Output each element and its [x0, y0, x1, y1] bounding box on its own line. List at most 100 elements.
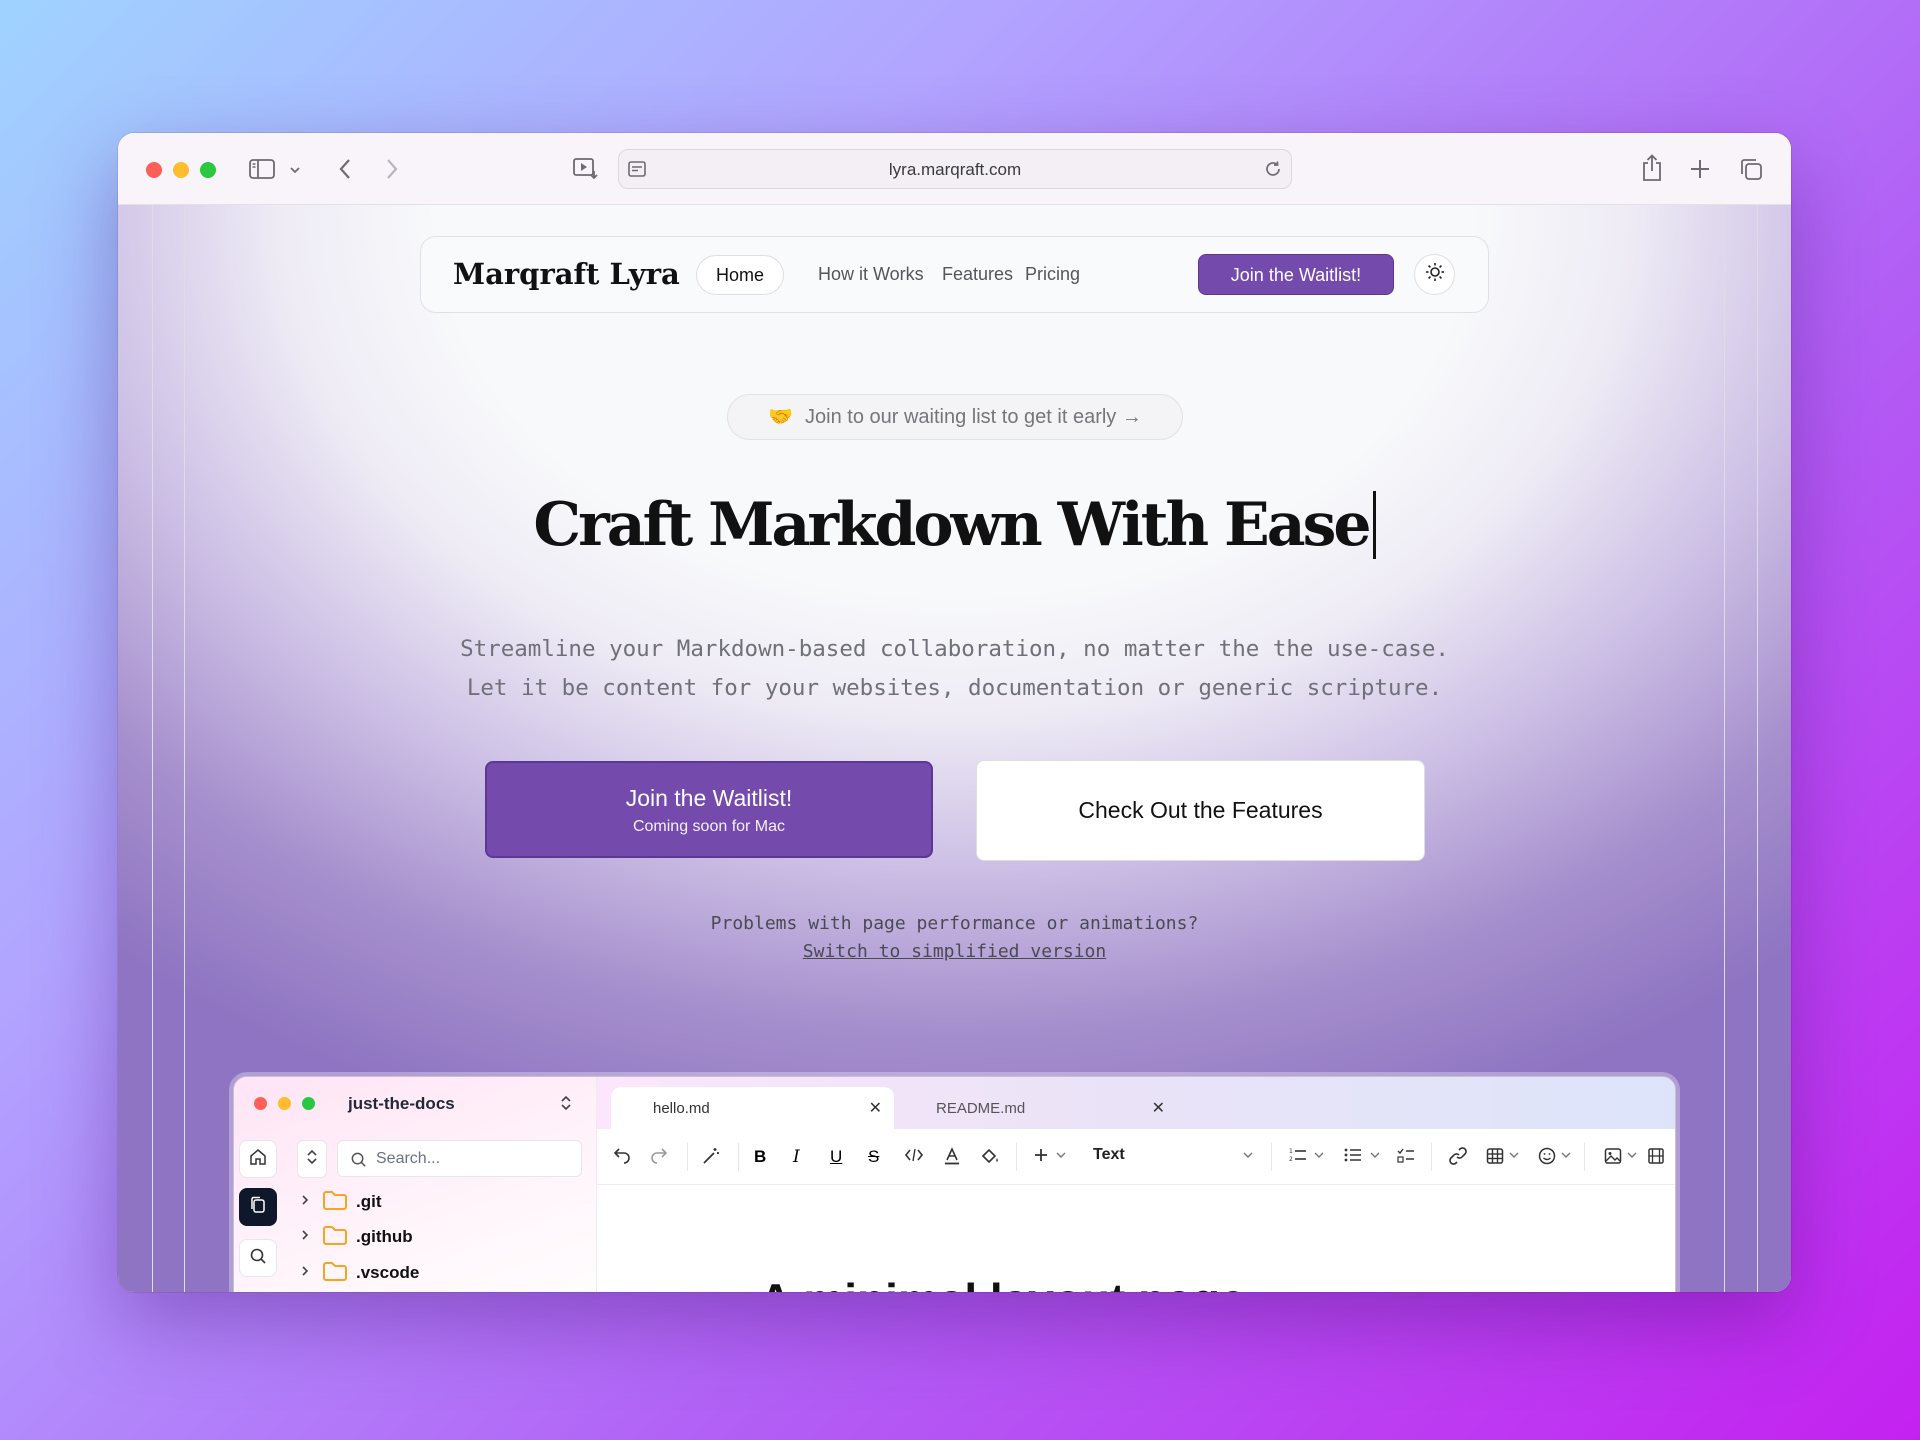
folder-icon [322, 1260, 348, 1287]
check-features-button[interactable]: Check Out the Features [976, 760, 1425, 861]
browser-window: lyra.marqraft.com Marqraft Lyra Home How… [118, 133, 1791, 1292]
address-bar[interactable]: lyra.marqraft.com [618, 149, 1292, 189]
hero-headline-text: Craft Markdown With Ease [533, 490, 1371, 560]
formatting-toolbar: B I U S Text 12 [597, 1129, 1675, 1185]
toolbar-divider [687, 1143, 688, 1171]
chevron-down-icon[interactable] [1243, 1151, 1253, 1159]
tree-item-vscode[interactable]: .vscode [300, 1259, 419, 1287]
task-list-icon[interactable] [1397, 1147, 1415, 1163]
nav-waitlist-button[interactable]: Join the Waitlist! [1198, 254, 1394, 295]
theme-toggle-button[interactable] [1414, 254, 1455, 295]
chevron-right-icon [300, 1264, 310, 1282]
join-waitlist-button[interactable]: Join the Waitlist! Coming soon for Mac [485, 761, 933, 858]
highlight-color-icon[interactable] [980, 1147, 1000, 1165]
bullet-list-icon[interactable] [1344, 1147, 1362, 1163]
folder-icon [322, 1224, 348, 1251]
file-search-input[interactable]: Search... [337, 1140, 582, 1177]
bold-icon[interactable]: B [754, 1147, 766, 1167]
redo-icon[interactable] [650, 1147, 668, 1165]
tab-label: README.md [936, 1100, 1026, 1117]
minimize-window-button[interactable] [173, 162, 189, 178]
brand-logo[interactable]: Marqraft Lyra [453, 257, 680, 291]
page-guide-line [1724, 205, 1725, 1292]
nav-link-pricing[interactable]: Pricing [1006, 255, 1099, 295]
waitlist-announcement-pill[interactable]: 🤝 Join to our waiting list to get it earl… [727, 394, 1183, 440]
tab-hello-md[interactable]: hello.md ✕ [611, 1087, 894, 1129]
search-icon [249, 1247, 267, 1270]
document-heading[interactable]: A minimal layout page [759, 1273, 1246, 1292]
chevron-down-icon[interactable] [1370, 1151, 1380, 1159]
chevron-down-icon[interactable] [1314, 1151, 1324, 1159]
close-icon[interactable]: ✕ [869, 1098, 882, 1118]
underline-icon[interactable]: U [830, 1147, 842, 1167]
folder-icon [322, 1189, 348, 1216]
ordered-list-icon[interactable]: 12 [1289, 1147, 1307, 1163]
chevron-down-icon[interactable] [288, 163, 302, 177]
picture-in-picture-icon[interactable] [572, 156, 600, 182]
chevron-down-icon[interactable] [1056, 1151, 1066, 1159]
tree-item-git[interactable]: .git [300, 1188, 382, 1216]
files-icon [249, 1196, 267, 1219]
chevron-down-icon[interactable] [1561, 1151, 1571, 1159]
video-film-icon[interactable] [1647, 1147, 1665, 1165]
link-icon[interactable] [1449, 1147, 1467, 1165]
tab-overview-icon[interactable] [1738, 156, 1764, 182]
insert-plus-icon[interactable] [1033, 1147, 1049, 1163]
project-name[interactable]: just-the-docs [348, 1094, 455, 1114]
strikethrough-icon[interactable]: S [868, 1147, 879, 1167]
nav-link-how-it-works[interactable]: How it Works [799, 255, 943, 295]
join-waitlist-label: Join the Waitlist! [625, 785, 793, 811]
close-icon[interactable]: ✕ [1152, 1098, 1165, 1118]
editor-area: hello.md ✕ README.md ✕ B I U S Text 1 2 [597, 1077, 1675, 1292]
tab-readme-md[interactable]: README.md ✕ [894, 1087, 1177, 1129]
url-text[interactable]: lyra.marqraft.com [619, 160, 1291, 180]
hero-headline: Craft Markdown With Ease [118, 490, 1791, 560]
sort-toggle-button[interactable] [297, 1140, 327, 1178]
italic-icon[interactable]: I [793, 1147, 800, 1167]
image-icon[interactable] [1604, 1147, 1622, 1165]
sidebar-toggle-icon[interactable] [248, 157, 276, 181]
toolbar-divider [1016, 1143, 1017, 1171]
close-window-button[interactable] [146, 162, 162, 178]
undo-icon[interactable] [613, 1147, 631, 1165]
text-color-icon[interactable] [943, 1147, 961, 1165]
announcement-text: Join to our waiting list to get it early… [805, 406, 1142, 428]
nav-link-home[interactable]: Home [696, 255, 785, 295]
tab-label: hello.md [653, 1100, 710, 1117]
project-switcher-icon[interactable] [558, 1093, 574, 1113]
chevron-down-icon[interactable] [1509, 1151, 1519, 1159]
home-button[interactable] [239, 1140, 277, 1178]
search-icon [349, 1150, 367, 1168]
new-tab-plus-icon[interactable] [1688, 157, 1712, 181]
reload-icon[interactable] [1263, 159, 1283, 179]
search-placeholder: Search... [376, 1150, 441, 1167]
chevron-down-icon[interactable] [1627, 1151, 1637, 1159]
block-type-select[interactable]: Text [1093, 1146, 1125, 1164]
editor-tab-bar: hello.md ✕ README.md ✕ [597, 1077, 1675, 1129]
toolbar-divider [1431, 1143, 1432, 1171]
search-rail-button[interactable] [239, 1239, 277, 1277]
zoom-window-button[interactable] [200, 162, 216, 178]
share-icon[interactable] [1639, 153, 1665, 183]
forward-arrow-icon[interactable] [380, 157, 404, 181]
simplified-version-link[interactable]: Switch to simplified version [118, 938, 1791, 966]
emoji-icon[interactable] [1538, 1147, 1556, 1165]
app-minimize-dot [278, 1097, 291, 1110]
sun-icon [1425, 262, 1445, 287]
toolbar-divider [738, 1143, 739, 1171]
back-arrow-icon[interactable] [333, 157, 357, 181]
tree-item-github[interactable]: .github [300, 1223, 413, 1251]
site-nav: Marqraft Lyra Home How it Works Features… [420, 236, 1489, 313]
table-icon[interactable] [1486, 1147, 1504, 1165]
app-zoom-dot [302, 1097, 315, 1110]
performance-notice: Problems with page performance or animat… [118, 910, 1791, 966]
hero-subline-1: Streamline your Markdown-based collabora… [460, 636, 1449, 662]
tree-item-label: .vscode [356, 1263, 420, 1282]
files-button[interactable] [239, 1188, 277, 1226]
performance-question: Problems with page performance or animat… [710, 913, 1199, 934]
web-page: Marqraft Lyra Home How it Works Features… [118, 205, 1791, 1292]
text-cursor [1372, 491, 1376, 559]
chevron-up-down-icon [306, 1148, 318, 1171]
code-icon[interactable] [904, 1147, 924, 1163]
magic-wand-icon[interactable] [702, 1147, 720, 1165]
